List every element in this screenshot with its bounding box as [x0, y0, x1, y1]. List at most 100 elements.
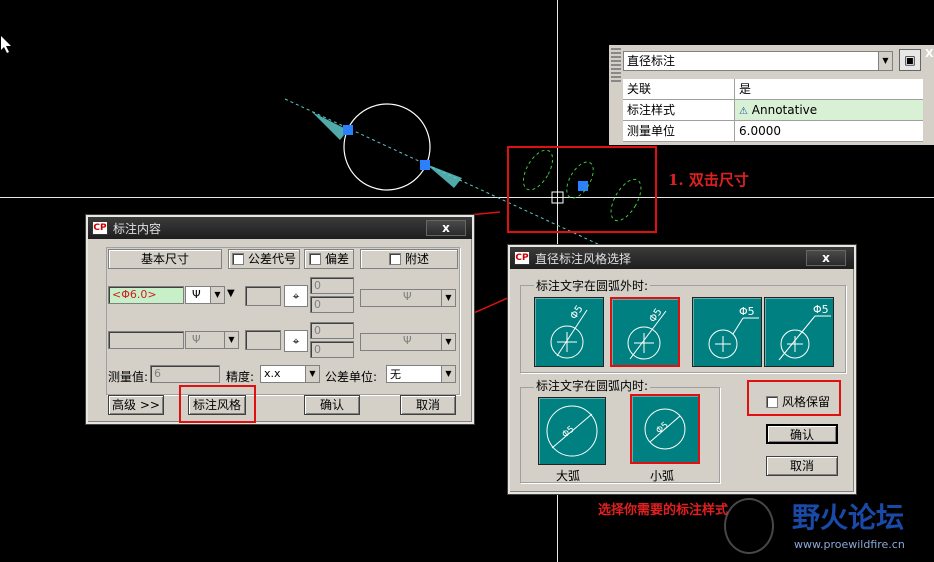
lower-deviation-field[interactable]: 0 — [310, 296, 354, 313]
dialog-title: 标注内容 — [113, 221, 162, 236]
property-value: 是 — [739, 82, 752, 96]
precision-label: 精度: — [226, 370, 255, 384]
arrowhead-left — [312, 112, 348, 140]
app-logo-icon: CP — [92, 221, 108, 235]
close-button[interactable]: x — [806, 250, 846, 266]
cancel-button[interactable]: 取消 — [400, 395, 456, 415]
deviation-checkbox[interactable] — [308, 253, 321, 265]
tolerance-code-field[interactable] — [245, 286, 281, 306]
close-button[interactable]: x — [426, 220, 466, 236]
highlight-keep-style — [747, 380, 841, 416]
lower-deviation-field-2[interactable]: 0 — [310, 341, 354, 358]
property-row[interactable]: 测量单位 6.0000 — [623, 121, 923, 142]
search-binoculars-icon[interactable]: ⌖ — [284, 330, 308, 352]
deviation-label: 偏差 — [324, 252, 349, 266]
forum-watermark: 野火论坛 www.proewildfire.cn — [722, 494, 934, 562]
property-key: 测量单位 — [623, 121, 735, 141]
tab-deviation[interactable]: 偏差 — [304, 249, 354, 269]
append-label: 附述 — [404, 252, 429, 266]
circle-entity — [343, 103, 431, 191]
svg-text:Φ5: Φ5 — [813, 303, 829, 316]
dia-style-glyph: Φ5 — [546, 405, 598, 457]
property-key: 关联 — [623, 79, 735, 99]
style-option-outside-4[interactable]: Φ5 — [764, 297, 834, 367]
property-key: 标注样式 — [623, 100, 735, 120]
ok-button[interactable]: 确认 — [766, 424, 838, 444]
append-dropdown[interactable]: Ψ ▼ — [360, 289, 456, 307]
upper-deviation-field[interactable]: 0 — [310, 277, 354, 294]
property-panel: 直径标注 ▼ ▣ X 关联 是 标注样式 ⚠ Annotative 测量单位 6… — [609, 45, 934, 145]
property-row[interactable]: 关联 是 — [623, 79, 923, 100]
svg-text:Φ5: Φ5 — [655, 420, 671, 436]
outside-label: 标注文字在圆弧外时: — [534, 277, 651, 294]
property-value: 6.0000 — [739, 124, 781, 138]
search-binoculars-icon[interactable]: ⌖ — [284, 285, 308, 307]
dialog-title: 直径标注风格选择 — [535, 251, 632, 266]
append-checkbox[interactable] — [388, 253, 401, 265]
highlight-style-button — [179, 385, 256, 423]
watermark-title: 野火论坛 — [792, 501, 905, 534]
tolerance-code-checkbox[interactable] — [231, 253, 244, 265]
property-value-cell: ⚠ Annotative — [735, 100, 817, 120]
dialog-titlebar[interactable]: CP 标注内容 — [88, 217, 472, 239]
svg-text:Φ5: Φ5 — [647, 307, 664, 325]
style-option-outside-1[interactable]: Φ5 — [534, 297, 604, 367]
tab-tolerance-code[interactable]: 公差代号 — [228, 249, 300, 269]
arrowhead-right — [426, 164, 462, 188]
panel-grip[interactable] — [611, 48, 621, 82]
tab-append[interactable]: 附述 — [360, 249, 458, 269]
symbol-dropdown-2[interactable]: Ψ ▼ — [185, 331, 239, 349]
annotative-icon: ⚠ — [739, 106, 748, 117]
big-arc-label: 大弧 — [556, 469, 581, 483]
tolerance-unit-dropdown[interactable]: 无 ▼ — [386, 365, 456, 383]
dia-style-dialog: CP 直径标注风格选择 x 标注文字在圆弧外时: Φ5 Φ5 Φ5 Φ5 标注文… — [508, 245, 856, 494]
step2-note: 选择你需要的标注样式 — [598, 503, 729, 518]
symbol-dropdown[interactable]: Ψ ▼ — [185, 286, 225, 304]
property-table: 关联 是 标注样式 ⚠ Annotative 测量单位 6.0000 — [623, 79, 923, 142]
tolerance-unit-label: 公差单位: — [325, 370, 378, 384]
svg-text:Φ5: Φ5 — [561, 424, 577, 440]
tolerance-code-field-2[interactable] — [245, 330, 281, 350]
property-row[interactable]: 标注样式 ⚠ Annotative — [623, 100, 923, 121]
dim-value-field-2[interactable] — [108, 331, 184, 349]
mouse-cursor-icon — [1, 36, 11, 53]
step1-note: 1. 双击尺寸 — [668, 171, 749, 189]
style-option-outside-2[interactable]: Φ5 — [610, 297, 680, 367]
app-logo-icon: CP — [514, 251, 530, 265]
precision-dropdown[interactable]: x.x ▼ — [260, 365, 320, 383]
dim-content-dialog: CP 标注内容 x 基本尺寸 公差代号 偏差 附述 <Φ6.0> Ψ ▼ ▼ ⌖ … — [86, 215, 474, 424]
measured-label: 测量值: — [108, 370, 149, 384]
small-arc-label: 小弧 — [650, 469, 675, 483]
inside-label: 标注文字在圆弧内时: — [534, 377, 651, 394]
svg-text:Φ5: Φ5 — [568, 304, 585, 322]
dim-value-field[interactable]: <Φ6.0> — [108, 286, 184, 304]
cancel-button[interactable]: 取消 — [766, 456, 838, 476]
ok-button[interactable]: 确认 — [304, 395, 360, 415]
dia-style-glyph: Φ5 — [708, 305, 759, 359]
object-type-dropdown[interactable]: 直径标注 ▼ — [623, 51, 893, 71]
dia-style-glyph: Φ5 — [550, 304, 588, 359]
tolerance-code-label: 公差代号 — [247, 252, 296, 266]
property-value: Annotative — [751, 103, 818, 117]
measured-value-field[interactable]: 6 — [150, 365, 220, 383]
grip-point — [343, 125, 353, 135]
dia-style-glyph: Φ5 — [627, 307, 667, 360]
style-option-small-arc[interactable]: Φ5 — [630, 394, 700, 464]
tab-basic-size[interactable]: 基本尺寸 — [108, 249, 222, 269]
upper-deviation-field-2[interactable]: 0 — [310, 322, 354, 339]
style-option-outside-3[interactable]: Φ5 — [692, 297, 762, 367]
advanced-button[interactable]: 高级 >> — [108, 395, 164, 415]
highlight-dimension — [507, 146, 657, 233]
dia-style-glyph: Φ5 — [778, 303, 831, 361]
forum-logo-icon — [724, 498, 774, 554]
svg-text:Φ5: Φ5 — [739, 305, 755, 318]
dialog-titlebar[interactable]: CP 直径标注风格选择 — [510, 247, 854, 269]
quick-select-icon[interactable]: ▣ — [899, 49, 921, 71]
append-dropdown-2[interactable]: Ψ ▼ — [360, 333, 456, 351]
style-option-big-arc[interactable]: Φ5 — [538, 397, 606, 465]
dia-style-glyph: Φ5 — [644, 408, 686, 450]
grip-point — [420, 160, 430, 170]
close-icon[interactable]: X — [925, 47, 933, 60]
watermark-url: www.proewildfire.cn — [794, 538, 905, 551]
symbol-arrow-icon[interactable]: ▼ — [227, 288, 235, 299]
